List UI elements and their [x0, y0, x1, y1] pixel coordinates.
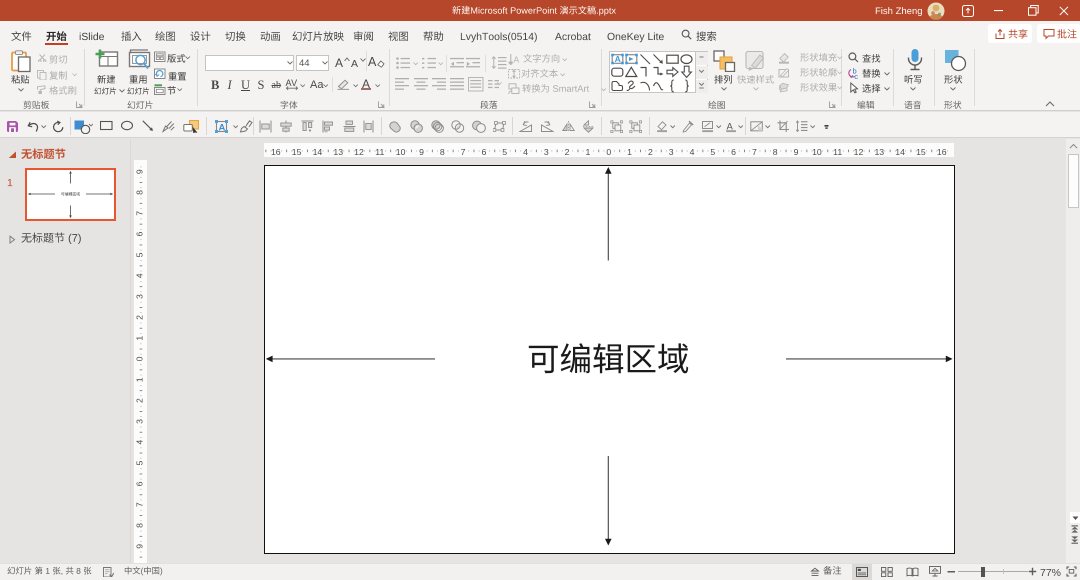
svg-text:10: 10 — [812, 147, 822, 157]
svg-text:10: 10 — [395, 147, 405, 157]
svg-text:9: 9 — [134, 544, 144, 549]
svg-text:7: 7 — [134, 211, 144, 216]
svg-text:6: 6 — [134, 481, 144, 486]
svg-text:0: 0 — [134, 356, 144, 361]
svg-text:4: 4 — [689, 147, 694, 157]
svg-text:8: 8 — [134, 523, 144, 528]
svg-text:4: 4 — [134, 440, 144, 445]
svg-text:9: 9 — [419, 147, 424, 157]
svg-text:3: 3 — [668, 147, 673, 157]
svg-text:1: 1 — [134, 377, 144, 382]
svg-text:8: 8 — [439, 147, 444, 157]
svg-text:9: 9 — [793, 147, 798, 157]
svg-text:13: 13 — [874, 147, 884, 157]
svg-text:9: 9 — [134, 169, 144, 174]
svg-text:5: 5 — [710, 147, 715, 157]
svg-text:3: 3 — [543, 147, 548, 157]
svg-text:5: 5 — [134, 252, 144, 257]
svg-text:1: 1 — [134, 336, 144, 341]
svg-text:16: 16 — [936, 147, 946, 157]
svg-text:2: 2 — [647, 147, 652, 157]
svg-text:7: 7 — [460, 147, 465, 157]
svg-text:6: 6 — [134, 232, 144, 237]
svg-text:15: 15 — [916, 147, 926, 157]
svg-text:c: c — [854, 72, 858, 79]
svg-text:15: 15 — [291, 147, 301, 157]
svg-text:14: 14 — [895, 147, 905, 157]
svg-text:5: 5 — [134, 461, 144, 466]
svg-text:11: 11 — [375, 147, 384, 157]
svg-text:2: 2 — [134, 398, 144, 403]
svg-text:7: 7 — [751, 147, 756, 157]
svg-text:3: 3 — [134, 419, 144, 424]
svg-text:2: 2 — [564, 147, 569, 157]
svg-text:A: A — [615, 54, 621, 64]
svg-text:1: 1 — [627, 147, 632, 157]
svg-text:8: 8 — [772, 147, 777, 157]
svg-text:5: 5 — [502, 147, 507, 157]
svg-text:7: 7 — [134, 502, 144, 507]
svg-text:3: 3 — [134, 294, 144, 299]
svg-text:A: A — [514, 54, 520, 64]
svg-text:14: 14 — [312, 147, 322, 157]
svg-text:0: 0 — [606, 147, 611, 157]
svg-text:2: 2 — [134, 315, 144, 320]
svg-text:4: 4 — [134, 273, 144, 278]
svg-text:12: 12 — [354, 147, 364, 157]
svg-text:1: 1 — [585, 147, 590, 157]
svg-text:4: 4 — [523, 147, 528, 157]
svg-text:16: 16 — [270, 147, 280, 157]
svg-text:6: 6 — [731, 147, 736, 157]
svg-text:8: 8 — [134, 190, 144, 195]
svg-text:6: 6 — [481, 147, 486, 157]
svg-text:12: 12 — [853, 147, 863, 157]
svg-text:13: 13 — [333, 147, 343, 157]
svg-text:A: A — [218, 122, 225, 133]
svg-text:11: 11 — [833, 147, 842, 157]
